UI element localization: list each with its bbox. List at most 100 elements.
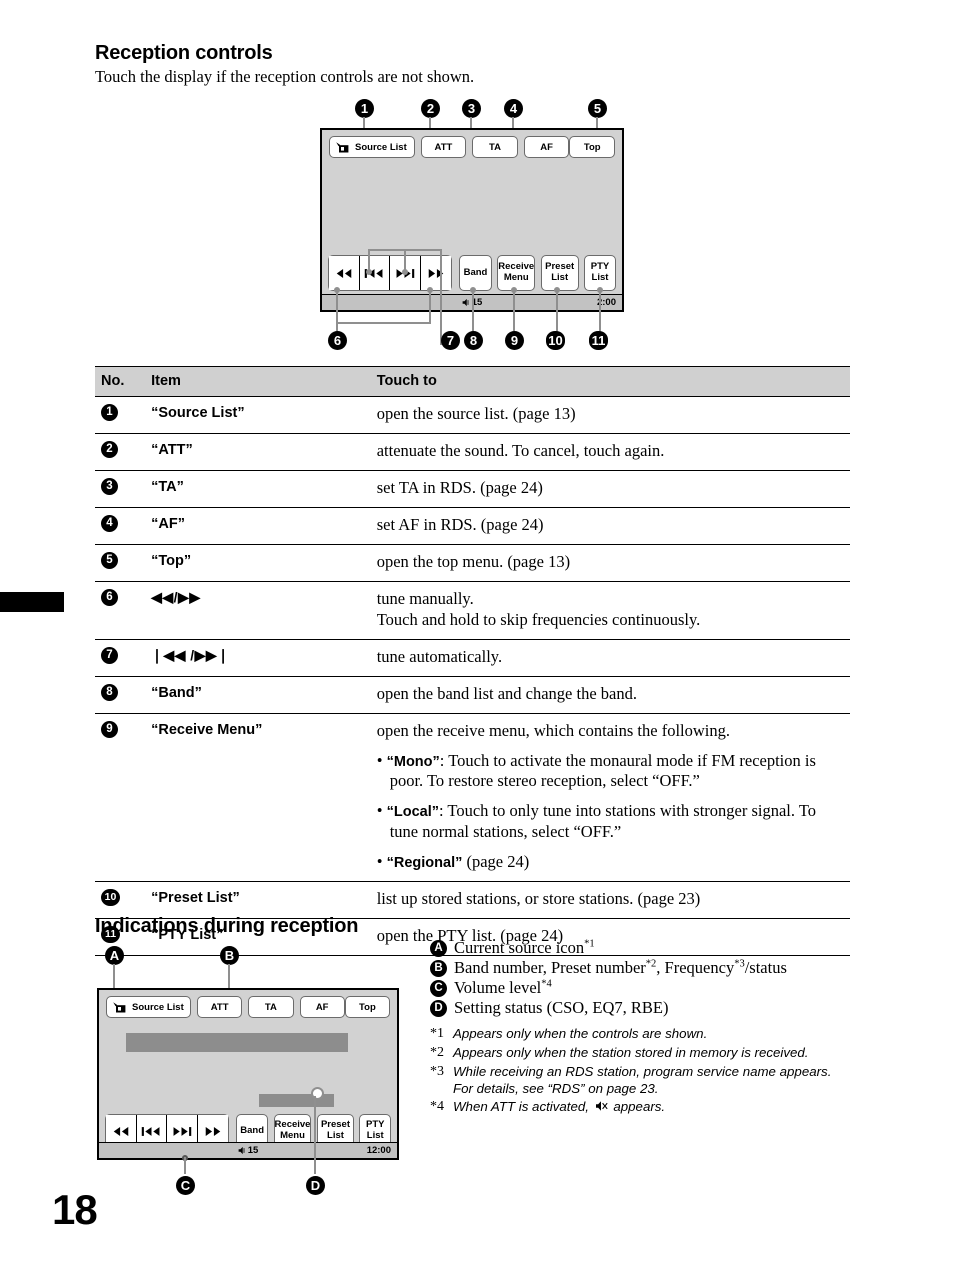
table-cell-no: 10 bbox=[95, 881, 146, 920]
table-row: 5 “Top” open the top menu. (page 13) bbox=[95, 544, 850, 582]
pty-list-button-label-2: List bbox=[591, 272, 609, 283]
touch-description: open the source list. (page 13) bbox=[376, 404, 576, 423]
receive-menu-button-label-2: Menu bbox=[503, 272, 529, 283]
table-cell-no: 1 bbox=[95, 396, 146, 434]
item-name: ◀◀/▶▶ bbox=[151, 588, 201, 605]
page-title: Reception controls bbox=[95, 42, 273, 64]
sub-item-term: “Regional” bbox=[386, 855, 463, 872]
legend-text: Setting status (CSO, EQ7, RBE) bbox=[454, 998, 669, 1018]
leader-line-a bbox=[113, 964, 115, 990]
footnote-row: *1 Appears only when the controls are sho… bbox=[430, 1025, 850, 1043]
table-cell-item: ❘◀◀ /▶▶❘ bbox=[145, 639, 371, 677]
seek-down-button[interactable] bbox=[359, 256, 390, 290]
receive-menu-button[interactable]: Receive Menu bbox=[497, 255, 536, 291]
rewind-button[interactable] bbox=[329, 256, 360, 290]
pty-list-button-2-label-2: List bbox=[366, 1130, 384, 1141]
speaker-icon bbox=[462, 298, 471, 307]
band-button-label: Band bbox=[463, 266, 488, 278]
radio-tuner-icon bbox=[335, 141, 349, 153]
table-cell-no: 8 bbox=[95, 676, 146, 714]
touch-description: tune automatically. bbox=[376, 646, 503, 666]
leader-dot-7b bbox=[402, 269, 408, 275]
legend-bullet: D bbox=[430, 1000, 447, 1018]
device-screen-indications: Source List ATT TA AF Top Band Receive M… bbox=[97, 988, 399, 1160]
footnote-marker: *4 bbox=[430, 1098, 444, 1114]
sub-item-description: : Touch to activate the monaural mode if… bbox=[389, 750, 816, 791]
leader-line-11 bbox=[599, 290, 601, 331]
table-header-no: No. bbox=[95, 366, 146, 397]
pty-list-button[interactable]: PTY List bbox=[584, 255, 616, 291]
table-cell-touch: list up stored stations, or store statio… bbox=[370, 881, 850, 920]
section-2-title: Indications during reception bbox=[95, 915, 359, 937]
af-button[interactable]: AF bbox=[523, 136, 570, 158]
source-list-button[interactable]: Source List bbox=[329, 136, 415, 158]
att-button-2[interactable]: ATT bbox=[197, 996, 243, 1018]
callout-2: 2 bbox=[421, 99, 440, 118]
band-button-2-label: Band bbox=[240, 1124, 265, 1136]
af-button-2[interactable]: AF bbox=[299, 996, 345, 1018]
legend-text-main: Band number, Preset number bbox=[454, 958, 646, 978]
leader-line-6a bbox=[336, 290, 338, 324]
table-header-touch: Touch to bbox=[370, 366, 850, 397]
callout-a: A bbox=[105, 946, 124, 965]
row-callout-bullet: 7 bbox=[101, 646, 118, 664]
table-cell-item: “AF” bbox=[145, 507, 371, 545]
touch-description: tune manually. Touch and hold to skip fre… bbox=[376, 588, 701, 629]
ta-button-2-label: TA bbox=[264, 1001, 277, 1013]
att-button-2-label: ATT bbox=[210, 1001, 229, 1013]
list-item: • “Regional” (page 24) bbox=[376, 852, 530, 872]
leader-dot-7a bbox=[366, 269, 372, 275]
sub-item-description: : Touch to only tune into stations with … bbox=[389, 801, 817, 842]
band-button[interactable]: Band bbox=[459, 255, 492, 291]
table-cell-no: 7 bbox=[95, 639, 146, 677]
legend-footnote-marker: *1 bbox=[584, 938, 595, 950]
sub-item-term: “Local” bbox=[386, 804, 439, 821]
legend-bullet: A bbox=[430, 940, 447, 957]
leader-bracket-6 bbox=[336, 322, 431, 324]
leader-line-9 bbox=[513, 290, 515, 331]
table-cell-item: “Band” bbox=[145, 676, 371, 714]
att-button[interactable]: ATT bbox=[420, 136, 467, 158]
leader-bracket-7-left bbox=[368, 249, 370, 271]
source-list-button-2[interactable]: Source List bbox=[106, 996, 192, 1018]
footnotes-block: *1 Appears only when the controls are sho… bbox=[430, 1025, 850, 1117]
row-callout-bullet: 6 bbox=[101, 588, 118, 606]
legend-row: D Setting status (CSO, EQ7, RBE) bbox=[430, 998, 850, 1018]
touch-description: open the band list and change the band. bbox=[376, 683, 637, 703]
table-cell-touch: set TA in RDS. (page 24) bbox=[370, 470, 850, 508]
top-menu-button-2[interactable]: Top bbox=[344, 996, 391, 1018]
top-menu-button[interactable]: Top bbox=[569, 136, 616, 158]
callout-b: B bbox=[220, 946, 239, 965]
table-cell-item: ◀◀/▶▶ bbox=[145, 581, 371, 640]
row-callout-bullet: 10 bbox=[101, 889, 120, 907]
receive-menu-button-2-label-2: Menu bbox=[280, 1130, 305, 1141]
ta-button[interactable]: TA bbox=[472, 136, 518, 158]
source-list-button-2-label: Source List bbox=[132, 1001, 184, 1013]
item-name: “ATT” bbox=[151, 441, 193, 458]
table-cell-item: “ATT” bbox=[145, 433, 371, 471]
row-callout-bullet: 1 bbox=[101, 404, 118, 421]
ta-button-label: TA bbox=[489, 141, 502, 153]
footnote-row: *3 While receiving an RDS station, progra… bbox=[430, 1063, 850, 1097]
device-status-bar-2: 15 12:00 bbox=[99, 1142, 397, 1158]
table-cell-item: “TA” bbox=[145, 470, 371, 508]
list-item: • “Local”: Touch to only tune into stati… bbox=[376, 801, 817, 842]
row-callout-bullet: 5 bbox=[101, 551, 118, 569]
preset-list-button[interactable]: Preset List bbox=[540, 255, 579, 291]
table-cell-no: 9 bbox=[95, 713, 146, 883]
leader-line-10 bbox=[556, 290, 558, 331]
item-name: “Receive Menu” bbox=[151, 721, 263, 738]
table-header-item: Item bbox=[145, 366, 371, 397]
fast-forward-button[interactable] bbox=[420, 256, 451, 290]
receive-menu-sub-list: • “Mono”: Touch to activate the monaural… bbox=[377, 751, 844, 874]
legend-footnote-marker: *2 bbox=[645, 958, 657, 970]
table-cell-item: “Top” bbox=[145, 544, 371, 582]
source-list-button-label: Source List bbox=[355, 141, 407, 153]
row-callout-bullet: 4 bbox=[101, 514, 118, 532]
preset-list-button-2-label-2: List bbox=[327, 1130, 344, 1141]
band-frequency-display-bar bbox=[126, 1033, 348, 1052]
top-menu-button-label: Top bbox=[583, 141, 601, 153]
row-callout-bullet: 9 bbox=[101, 720, 118, 738]
table-cell-no: 6 bbox=[95, 581, 146, 640]
ta-button-2[interactable]: TA bbox=[248, 996, 294, 1018]
